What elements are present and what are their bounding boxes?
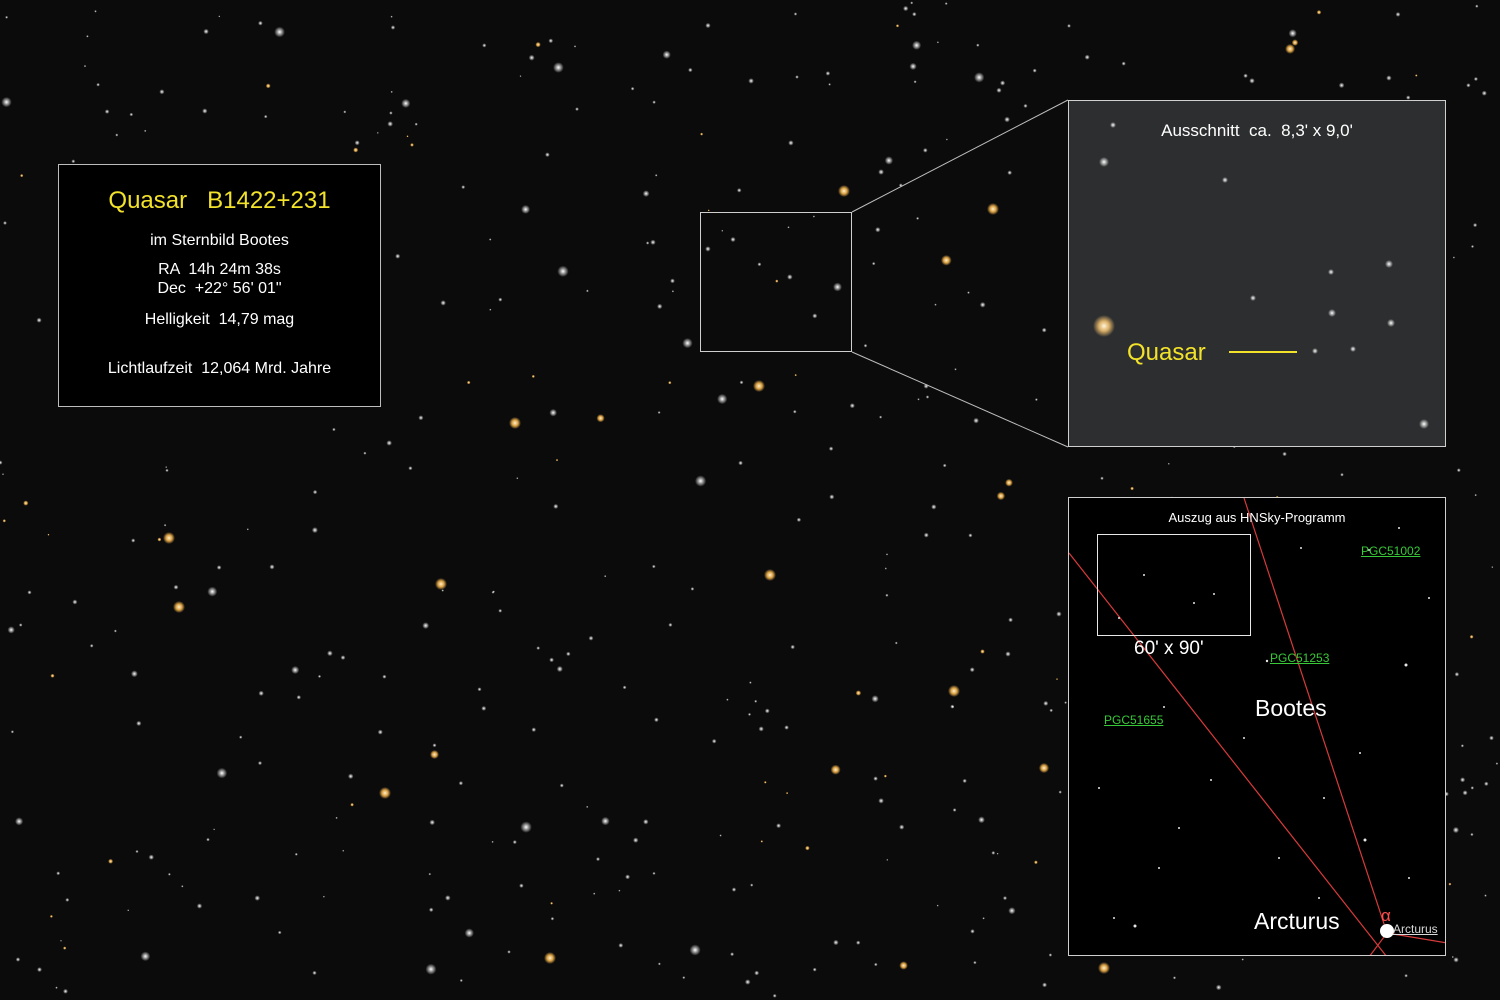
star — [1328, 309, 1336, 317]
quasar-star — [1312, 348, 1318, 354]
quasar-label: Quasar — [1127, 339, 1206, 366]
zoom-caption: Ausschnitt ca. 8,3' x 9,0' — [1161, 121, 1353, 140]
bright-star — [1093, 315, 1115, 337]
star — [1222, 177, 1228, 183]
star — [1385, 260, 1393, 268]
galaxy-link-pgc51253[interactable]: PGC51253 — [1270, 651, 1329, 665]
zoom-starfield — [1093, 122, 1429, 429]
quasar-info-box: Quasar B1422+231 im Sternbild Bootes RA … — [58, 164, 381, 407]
galaxy-link-pgc51655[interactable]: PGC51655 — [1104, 713, 1163, 727]
quasar-pointer-line — [1229, 351, 1297, 353]
star — [1387, 319, 1395, 327]
declination-text: Dec +22° 56' 01" — [157, 280, 282, 297]
star — [1328, 269, 1334, 275]
light-travel-time-text: Lichtlaufzeit 12,064 Mrd. Jahre — [107, 360, 332, 377]
star — [1250, 295, 1256, 301]
hnsky-chart-panel: Auszug aus HNSky-Programm 60' x 90' PGC5… — [1068, 497, 1446, 956]
star — [1350, 346, 1356, 352]
zoom-inset-panel: Ausschnitt ca. 8,3' x 9,0' Quasar — [1068, 100, 1446, 447]
brightness-text: Helligkeit 14,79 mag — [144, 311, 295, 328]
field-of-view-label: 60' x 90' — [1134, 638, 1204, 659]
arcturus-star-icon — [1380, 924, 1394, 938]
galaxy-link-pgc51002[interactable]: PGC51002 — [1361, 544, 1420, 558]
chart-title: Auszug aus HNSky-Programm — [1168, 510, 1346, 525]
star — [1419, 419, 1429, 429]
arcturus-star-link[interactable]: Arcturus — [1393, 922, 1438, 936]
arcturus-label: Arcturus — [1254, 908, 1340, 934]
constellation-text: im Sternbild Bootes — [150, 232, 289, 249]
alpha-symbol: α — [1381, 906, 1391, 925]
constellation-label: Bootes — [1255, 695, 1327, 721]
field-of-view-box — [1097, 534, 1251, 636]
right-ascension-text: RA 14h 24m 38s — [158, 261, 281, 278]
quasar-title: Quasar B1422+231 — [108, 187, 331, 214]
star — [1099, 157, 1109, 167]
